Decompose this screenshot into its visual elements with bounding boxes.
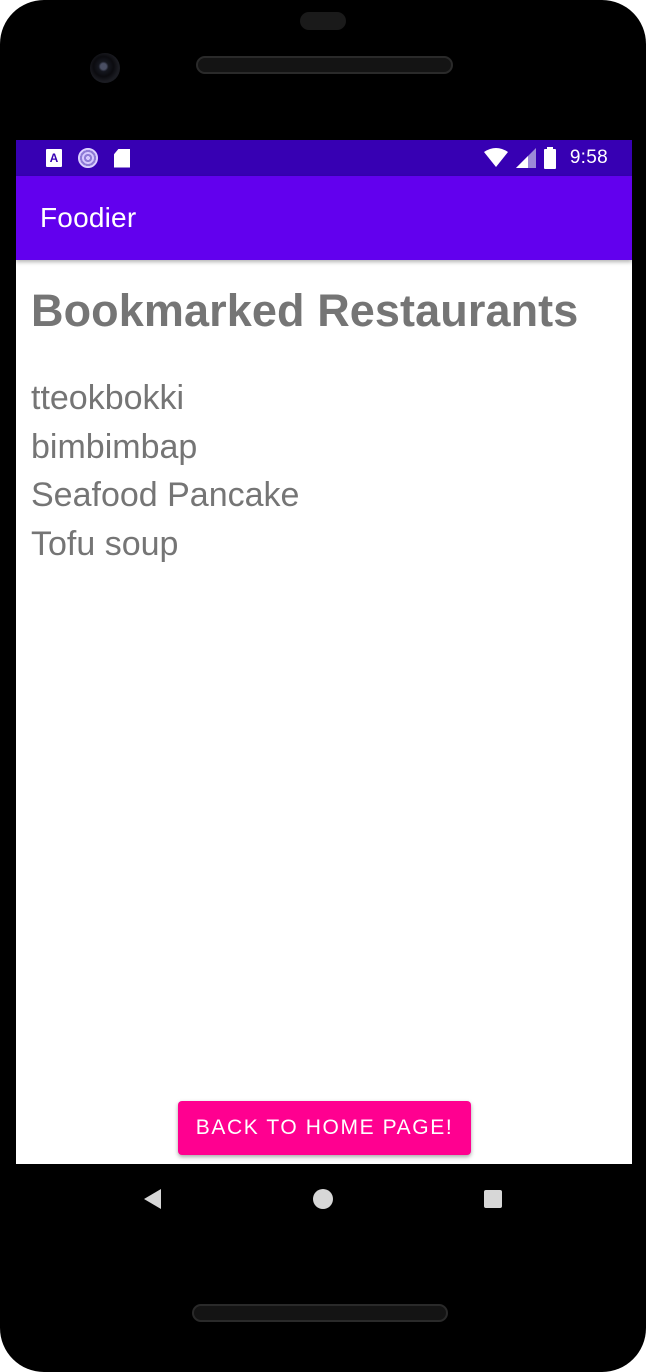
screen: A 9:58 Foodier Bookmarked Restaurants tt… [16, 140, 632, 1164]
bookmark-item: Seafood Pancake [31, 476, 300, 514]
front-camera [90, 53, 120, 83]
bookmark-item: tteokbokki [31, 379, 185, 417]
battery-icon [543, 147, 556, 169]
status-system-icons: 9:58 [483, 146, 608, 170]
status-notification-icons: A [46, 148, 130, 168]
earpiece-slot [300, 12, 346, 30]
app-title: Foodier [40, 202, 137, 233]
home-icon[interactable] [313, 1189, 333, 1209]
a-notification-icon: A [46, 149, 62, 167]
bookmark-list: tteokbokki bimbimbap Seafood Pancake Tof… [31, 374, 299, 568]
wifi-icon [483, 148, 508, 167]
bottom-speaker-grille [192, 1304, 448, 1322]
bookmark-item: bimbimbap [31, 427, 198, 466]
back-icon[interactable] [144, 1189, 161, 1209]
status-time: 9:58 [569, 147, 608, 168]
app-bar: Foodier [16, 176, 632, 260]
bookmark-item: Tofu soup [31, 524, 179, 563]
status-bar: A 9:58 [16, 140, 632, 176]
phone-frame: A 9:58 Foodier Bookmarked Restaurants tt… [0, 0, 646, 1372]
recents-icon[interactable] [484, 1190, 502, 1208]
navigation-bar [0, 1164, 646, 1236]
sync-icon [78, 148, 98, 168]
sd-card-icon [114, 148, 130, 168]
page-title: Bookmarked Restaurants [31, 285, 579, 336]
back-to-home-button[interactable]: BACK TO HOME PAGE! [178, 1101, 471, 1155]
signal-icon [515, 148, 536, 168]
top-speaker-grille [196, 56, 453, 74]
